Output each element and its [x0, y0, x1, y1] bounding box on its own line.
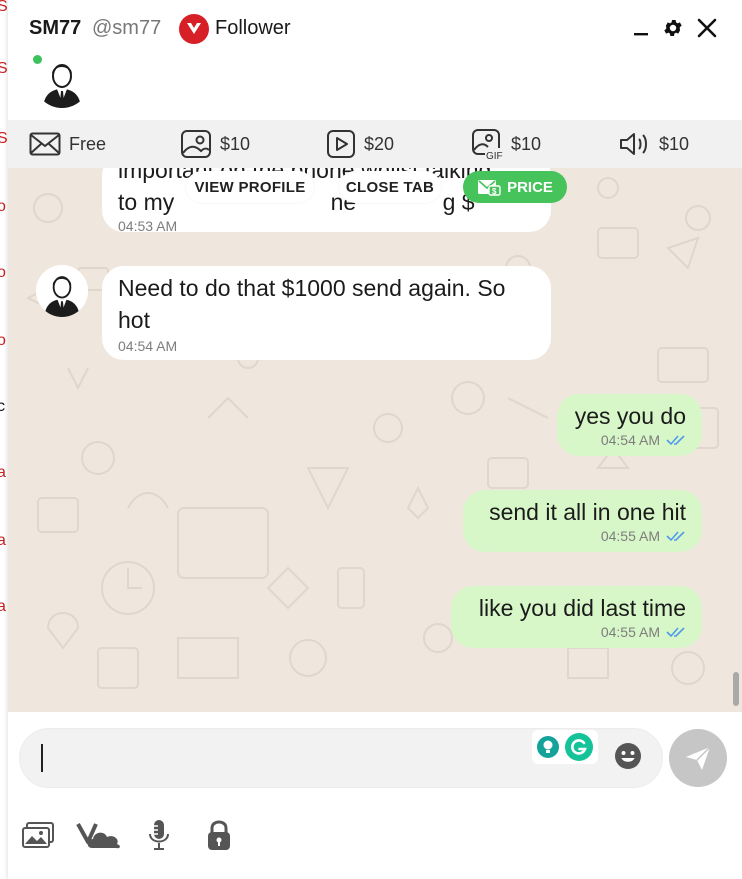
double-check-icon: [666, 435, 685, 446]
background-text: o: [0, 264, 6, 281]
background-text: SI: [0, 60, 8, 77]
message-text: hot: [118, 307, 150, 333]
envelope-icon: [29, 132, 61, 156]
send-button[interactable]: [669, 729, 727, 787]
price-photo[interactable]: $10: [180, 128, 250, 160]
outgoing-message[interactable]: yes you do 04:54 AM: [557, 394, 702, 456]
background-text: a: [0, 464, 6, 481]
contact-avatar[interactable]: [34, 52, 90, 108]
contact-handle: @sm77: [92, 17, 162, 39]
paper-plane-icon: [686, 746, 711, 770]
message-time: 04:55 AM: [600, 624, 660, 640]
message-text: send it all in one hit: [489, 499, 686, 525]
microphone-icon[interactable]: [142, 818, 176, 852]
close-icon[interactable]: [694, 14, 720, 42]
message-time: 04:53 AM: [118, 218, 178, 234]
gif-icon: GIF: [472, 129, 503, 160]
grammarly-widget[interactable]: [532, 730, 598, 764]
price-label: Free: [69, 133, 107, 154]
price-video[interactable]: $20: [326, 128, 394, 160]
double-check-icon: [666, 627, 685, 638]
outgoing-message[interactable]: like you did last time 04:55 AM: [451, 586, 702, 648]
incoming-message[interactable]: Need to do that $1000 send again. So hot…: [102, 266, 551, 360]
double-check-icon: [666, 531, 685, 542]
photo-icon: [181, 130, 211, 158]
price-label: $10: [511, 133, 542, 154]
contact-name[interactable]: SM77: [29, 17, 81, 40]
emoji-icon[interactable]: [614, 742, 642, 770]
composer: [8, 712, 742, 879]
close-tab-button[interactable]: CLOSE TAB: [339, 171, 441, 203]
price-button-label: PRICE: [507, 178, 553, 196]
chat-header: SM77 @sm77 Follower: [8, 0, 742, 120]
gear-icon[interactable]: [660, 14, 686, 42]
money-envelope-icon: $: [478, 180, 501, 196]
online-status-dot: [33, 55, 42, 64]
video-play-icon: [327, 130, 355, 158]
background-page-edge: SI SI SI o o o c a a a: [0, 0, 8, 879]
sender-avatar[interactable]: [36, 265, 88, 317]
follower-badge-icon: [179, 14, 209, 44]
outgoing-message[interactable]: send it all in one hit 04:55 AM: [463, 490, 702, 552]
background-text: o: [0, 332, 6, 349]
message-list[interactable]: important on the phone whilst talking to…: [8, 168, 742, 712]
background-text: o: [0, 198, 6, 215]
background-text: SI: [0, 0, 8, 15]
lock-icon[interactable]: [202, 818, 236, 852]
message-time: 04:54 AM: [600, 432, 660, 448]
svg-text:GIF: GIF: [486, 151, 503, 160]
price-audio[interactable]: $10: [619, 128, 689, 160]
set-price-button[interactable]: $ PRICE: [463, 171, 567, 203]
message-text: Need to do that $1000 send again. So: [118, 275, 506, 301]
lightbulb-icon[interactable]: [537, 736, 559, 758]
svg-text:$: $: [492, 187, 497, 196]
background-text: c: [0, 398, 5, 415]
minimize-icon[interactable]: [628, 14, 654, 42]
price-gif[interactable]: GIF $10: [471, 128, 541, 160]
price-free-message[interactable]: Free: [29, 128, 106, 160]
price-label: $10: [220, 133, 251, 154]
follower-status-label: Follower: [215, 17, 291, 39]
price-bar: Free $10 $20 GIF $10 $10: [8, 120, 742, 168]
grammarly-g-icon[interactable]: [565, 733, 593, 761]
background-text: a: [0, 532, 6, 549]
image-upload-icon[interactable]: [21, 818, 55, 852]
view-profile-button[interactable]: VIEW PROFILE: [186, 171, 314, 203]
message-text: to my: [118, 189, 175, 215]
message-time: 04:54 AM: [118, 338, 178, 354]
scrollbar-thumb[interactable]: [733, 672, 739, 706]
price-label: $20: [364, 133, 395, 154]
speaker-icon: [620, 133, 647, 155]
message-time: 04:55 AM: [600, 528, 660, 544]
chat-window: SM77 @sm77 Follower Free $10 $20 GIF $10…: [8, 0, 742, 879]
background-text: SI: [0, 130, 8, 147]
text-cursor: [41, 744, 43, 772]
vault-cloud-icon[interactable]: [76, 818, 124, 852]
message-text: like you did last time: [478, 595, 686, 621]
message-text: yes you do: [574, 403, 686, 429]
price-label: $10: [659, 133, 690, 154]
background-text: a: [0, 598, 6, 615]
